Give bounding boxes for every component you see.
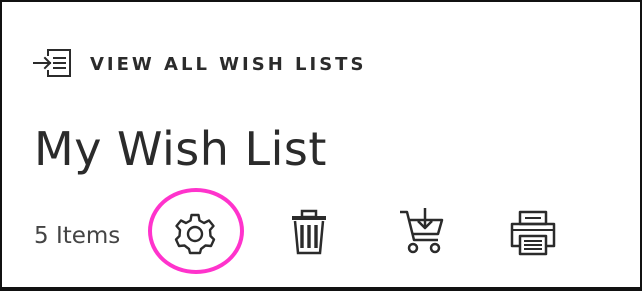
gear-icon[interactable] xyxy=(172,212,218,256)
add-to-cart-icon[interactable] xyxy=(398,206,450,258)
page-title: My Wish List xyxy=(34,122,327,176)
view-all-wish-lists-label: VIEW ALL WISH LISTS xyxy=(90,53,367,75)
trash-icon[interactable] xyxy=(290,208,328,256)
item-count: 5 Items xyxy=(34,223,121,249)
printer-icon[interactable] xyxy=(510,210,556,256)
view-all-wish-lists-link[interactable]: VIEW ALL WISH LISTS xyxy=(32,46,366,82)
list-arrow-in-icon xyxy=(33,49,71,77)
wish-list-panel: VIEW ALL WISH LISTS My Wish List 5 Items xyxy=(0,0,642,291)
